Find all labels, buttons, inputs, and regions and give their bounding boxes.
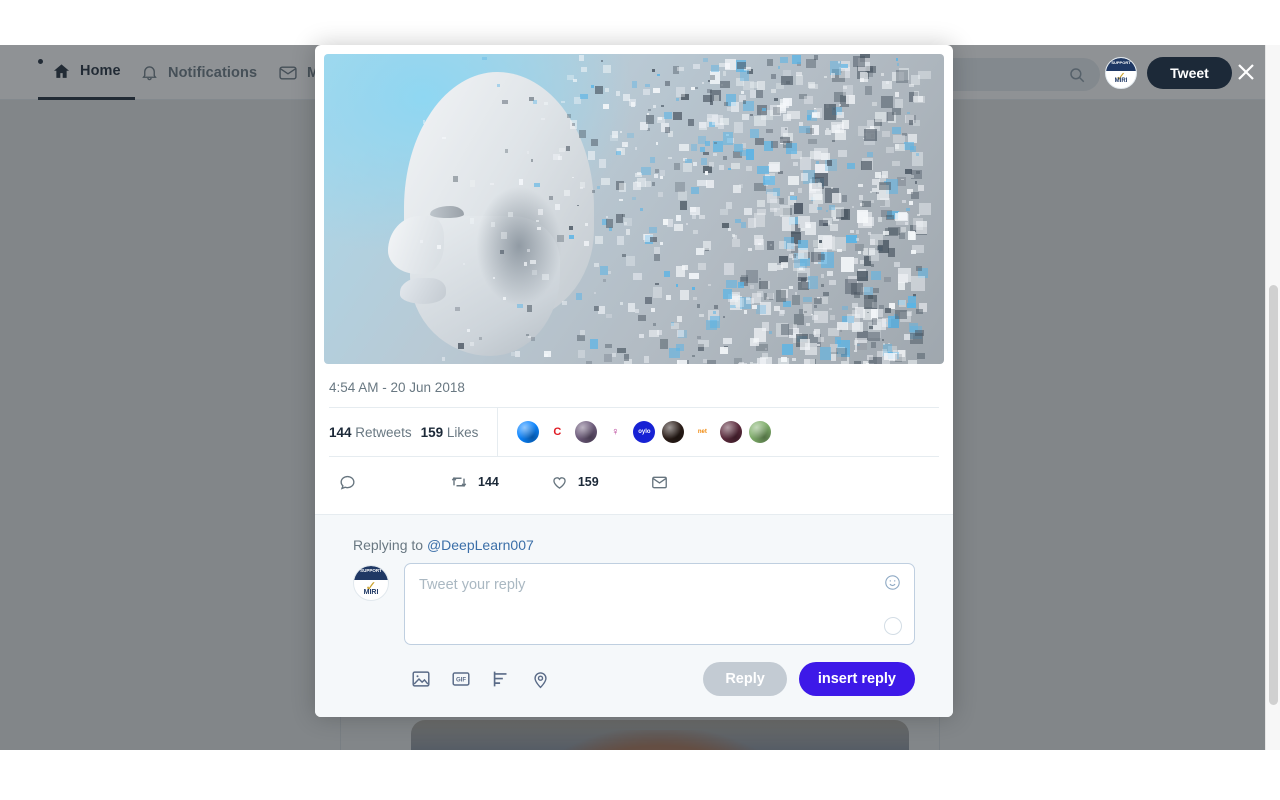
emoji-smiley-icon[interactable] bbox=[883, 573, 902, 597]
add-photo-icon[interactable] bbox=[410, 668, 450, 690]
blue-orb-avatar[interactable] bbox=[517, 421, 540, 443]
likes-count: 159 bbox=[420, 424, 444, 440]
scrollbar-thumb[interactable] bbox=[1269, 285, 1278, 705]
reply-textarea[interactable] bbox=[405, 564, 914, 644]
avatar-miri-text: MIRI bbox=[1114, 78, 1128, 84]
page-bottom-area bbox=[0, 750, 1280, 800]
tweet-counts: 144 Retweets 159 Likes bbox=[329, 408, 499, 456]
tweet-actions-row: 144 159 bbox=[329, 457, 939, 507]
retweets-label: Retweets bbox=[355, 424, 412, 440]
liker-avatars: C ♀ oylo net bbox=[498, 421, 772, 443]
colorful-portrait-avatar[interactable] bbox=[720, 421, 743, 443]
add-gif-icon[interactable]: GIF bbox=[450, 668, 490, 690]
tweet-button[interactable]: Tweet bbox=[1147, 57, 1232, 89]
insert-reply-button[interactable]: insert reply bbox=[798, 662, 915, 696]
like-count: 159 bbox=[577, 475, 599, 489]
oylo-avatar[interactable]: oylo bbox=[633, 421, 656, 443]
avatar-support-text: SUPPORT bbox=[1111, 60, 1131, 65]
add-location-icon[interactable] bbox=[530, 669, 570, 690]
heart-icon bbox=[550, 473, 569, 492]
galaxy-portrait-avatar[interactable] bbox=[575, 421, 598, 443]
likes-label: Likes bbox=[446, 424, 479, 440]
reply-button[interactable]: Reply bbox=[703, 662, 787, 696]
share-action[interactable] bbox=[650, 473, 678, 492]
retweets-count: 144 bbox=[329, 424, 352, 440]
replying-handle[interactable]: @DeepLearn007 bbox=[427, 537, 534, 553]
replying-prefix: Replying to bbox=[353, 537, 427, 553]
tweet-stats-row: 144 Retweets 159 Likes C ♀ oylo net bbox=[329, 407, 939, 457]
profile-avatar[interactable]: SUPPORT ✓ MIRI bbox=[1105, 57, 1137, 89]
retweet-icon bbox=[449, 472, 469, 492]
pink-logo-avatar[interactable]: ♀ bbox=[604, 421, 627, 443]
svg-text:GIF: GIF bbox=[456, 677, 466, 683]
envelope-icon bbox=[650, 473, 669, 492]
green-portrait-avatar[interactable] bbox=[749, 421, 772, 443]
composer-buttons: Reply insert reply bbox=[703, 662, 915, 696]
retweet-action[interactable]: 144 bbox=[449, 472, 499, 492]
tweet-detail-modal: 4:54 AM - 20 Jun 2018 144 Retweets 159 Li… bbox=[315, 45, 953, 717]
composer-avatar-support-text: SUPPORT bbox=[360, 568, 382, 574]
page-scrollbar[interactable] bbox=[1265, 45, 1280, 750]
composer-avatar-miri-text: MIRI bbox=[363, 589, 379, 596]
dark-portrait-avatar[interactable] bbox=[662, 421, 685, 443]
comment-icon bbox=[338, 473, 357, 492]
tweet-image[interactable] bbox=[324, 54, 944, 364]
reply-action[interactable] bbox=[338, 473, 366, 492]
red-c-avatar[interactable]: C bbox=[546, 421, 569, 443]
reply-composer: Replying to @DeepLearn007 SUPPORT ✓ MIRI bbox=[315, 514, 953, 717]
composer-avatar: SUPPORT ✓ MIRI bbox=[353, 565, 389, 601]
character-counter-circle bbox=[884, 617, 902, 635]
retweet-count: 144 bbox=[478, 475, 499, 489]
replying-to-label: Replying to @DeepLearn007 bbox=[353, 537, 915, 553]
net-avatar[interactable]: net bbox=[691, 421, 714, 443]
tweet-timestamp: 4:54 AM - 20 Jun 2018 bbox=[329, 380, 465, 395]
reply-input-box[interactable] bbox=[404, 563, 915, 645]
composer-toolbar: GIF Reply insert reply bbox=[353, 662, 915, 696]
screen: Home Notifications bbox=[0, 0, 1280, 800]
close-modal-button[interactable] bbox=[1232, 58, 1260, 86]
like-action[interactable]: 159 bbox=[550, 473, 599, 492]
add-poll-icon[interactable] bbox=[490, 668, 530, 690]
ai-face-graphic bbox=[384, 66, 614, 364]
